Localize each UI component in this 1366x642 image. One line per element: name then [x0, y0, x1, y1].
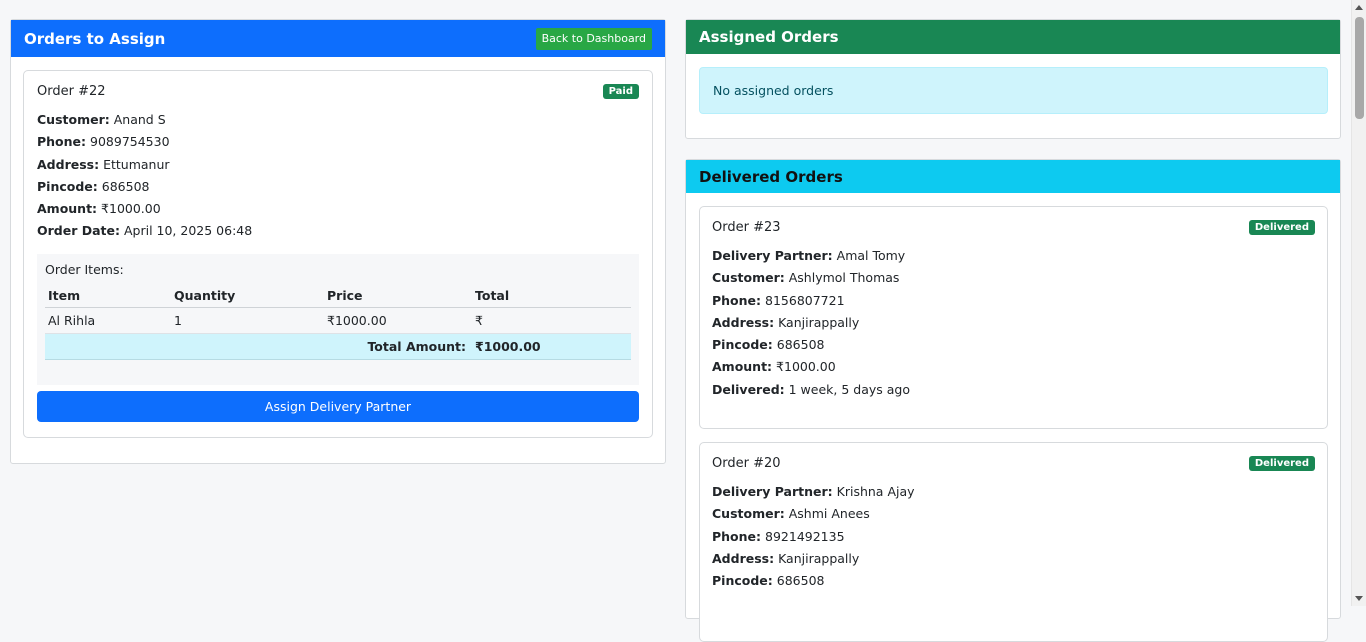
delivered-status-badge: Delivered — [1248, 456, 1315, 471]
order-field-address: Address: Ettumanur — [37, 156, 170, 172]
order-card-header: Order #22 Paid — [37, 84, 639, 99]
cell-price: ₹1000.00 — [324, 307, 472, 335]
order-field-phone: Phone: 8156807721 — [712, 292, 845, 308]
delivered-order-card: Order #23 Delivered Delivery Partner: Am… — [699, 206, 1328, 429]
order-field-pincode: Pincode: 686508 — [37, 178, 150, 194]
order-field-customer: Customer: Anand S — [37, 112, 166, 127]
order-field-phone: Phone: 9089754530 — [37, 134, 170, 150]
delivered-order-card: Order #20 Delivered Delivery Partner: Kr… — [699, 442, 1328, 642]
page-scrollbar[interactable] — [1351, 0, 1366, 606]
back-to-dashboard-button[interactable]: Back to Dashboard — [535, 27, 652, 50]
order-items-section: Order Items: Item Quantity Price Total A… — [37, 253, 639, 385]
order-items-table: Item Quantity Price Total Al Rihla 1 ₹10… — [45, 282, 631, 361]
column-header-quantity: Quantity — [171, 282, 324, 309]
order-card-header: Order #23 Delivered — [712, 220, 1315, 235]
order-field-pincode: Pincode: 686508 — [712, 573, 825, 589]
total-amount-value: ₹1000.00 — [472, 333, 631, 361]
order-title: Order #20 — [712, 456, 781, 471]
order-field-amount: Amount: ₹1000.00 — [712, 359, 836, 375]
column-header-price: Price — [324, 282, 472, 309]
order-items-title: Order Items: — [45, 261, 124, 277]
delivered-status-badge: Delivered — [1248, 220, 1315, 235]
table-header-row: Item Quantity Price Total — [45, 282, 631, 309]
order-title: Order #22 — [37, 84, 106, 99]
delivered-orders-panel: Delivered Orders Order #23 Delivered Del… — [685, 159, 1341, 642]
assigned-orders-header: Assigned Orders — [686, 20, 1340, 54]
order-field-address: Address: Kanjirappally — [712, 550, 860, 566]
order-details: Delivery Partner: Amal Tomy Customer: As… — [712, 245, 1315, 401]
order-field-customer: Customer: Ashmi Anees — [712, 506, 870, 522]
cell-item: Al Rihla — [45, 307, 171, 335]
order-details: Customer: Anand S Phone: 9089754530 Addr… — [37, 109, 639, 243]
delivered-orders-header: Delivered Orders — [686, 160, 1340, 193]
payment-status-badge: Paid — [602, 84, 639, 99]
scroll-up-arrow-icon[interactable] — [1355, 5, 1363, 10]
table-row: Al Rihla 1 ₹1000.00 ₹ — [45, 307, 631, 335]
delivered-orders-title: Delivered Orders — [699, 167, 843, 186]
order-card: Order #22 Paid Customer: Anand S Phone: … — [23, 70, 653, 438]
orders-to-assign-header: Orders to Assign Back to Dashboard — [11, 20, 665, 57]
order-field-delivered: Delivered: 1 week, 5 days ago — [712, 381, 910, 397]
order-title: Order #23 — [712, 220, 781, 235]
assigned-orders-title: Assigned Orders — [699, 28, 839, 46]
order-details: Delivery Partner: Krishna Ajay Customer:… — [712, 481, 1315, 592]
scrollbar-thumb[interactable] — [1355, 17, 1364, 119]
orders-to-assign-panel: Orders to Assign Back to Dashboard Order… — [10, 19, 666, 464]
order-field-delivery-partner: Delivery Partner: Amal Tomy — [712, 248, 906, 263]
order-field-amount: Amount: ₹1000.00 — [37, 201, 161, 217]
order-field-customer: Customer: Ashlymol Thomas — [712, 270, 900, 286]
order-field-phone: Phone: 8921492135 — [712, 528, 845, 544]
no-assigned-orders-alert: No assigned orders — [699, 67, 1328, 114]
assign-delivery-partner-button[interactable]: Assign Delivery Partner — [37, 390, 639, 422]
total-amount-label: Total Amount: — [45, 333, 472, 361]
order-field-delivery-partner: Delivery Partner: Krishna Ajay — [712, 484, 915, 499]
scroll-down-arrow-icon[interactable] — [1355, 596, 1363, 601]
total-amount-row: Total Amount: ₹1000.00 — [45, 333, 631, 361]
column-header-total: Total — [472, 282, 631, 309]
order-card-header: Order #20 Delivered — [712, 456, 1315, 471]
column-header-item: Item — [45, 282, 171, 309]
order-field-pincode: Pincode: 686508 — [712, 337, 825, 353]
cell-quantity: 1 — [171, 307, 324, 335]
order-field-address: Address: Kanjirappally — [712, 314, 860, 330]
orders-to-assign-title: Orders to Assign — [24, 29, 166, 48]
assigned-orders-panel: Assigned Orders No assigned orders — [685, 19, 1341, 139]
order-field-order-date: Order Date: April 10, 2025 06:48 — [37, 223, 253, 239]
cell-total: ₹ — [472, 307, 631, 335]
